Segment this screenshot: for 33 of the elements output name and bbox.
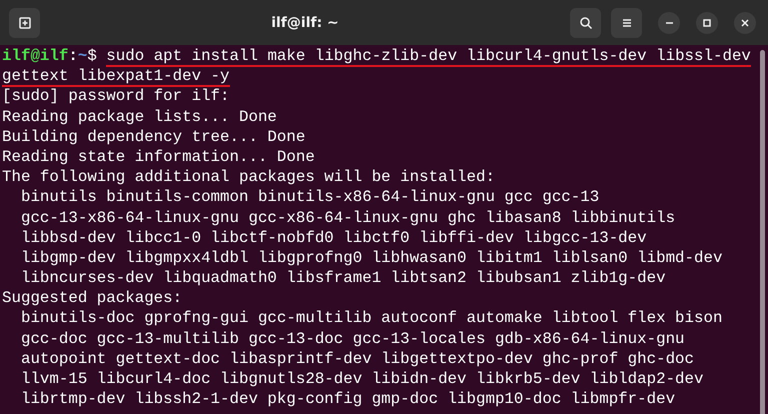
output-line: Suggested packages: bbox=[2, 288, 182, 307]
output-line: gcc-doc gcc-13-multilib gcc-13-doc gcc-13-locales gdb-x86-64-linux-gnu bbox=[20, 328, 685, 348]
prompt-separator: : bbox=[68, 46, 78, 66]
prompt-symbol: $ bbox=[87, 46, 97, 66]
scrollbar[interactable] bbox=[760, 50, 765, 414]
output-line: libgmp-dev libgmpxx4ldbl libgprofng0 libhwasan0 libitm1 liblsan0 libmd-dev bbox=[20, 248, 722, 266]
new-tab-button[interactable] bbox=[9, 8, 40, 38]
output-line: autopoint gettext-doc libasprintf-dev libgettextpo-dev ghc-prof ghc-doc bbox=[20, 348, 694, 368]
output-line: Building dependency tree... Done bbox=[2, 126, 306, 146]
underlined-command: gettext libexpat1-dev -y bbox=[2, 66, 230, 87]
output-line: The following additional packages will be installed: bbox=[2, 167, 495, 186]
output-line: Reading state information... Done bbox=[2, 146, 315, 166]
prompt-user: ilf@ilf bbox=[2, 46, 68, 66]
output-line: binutils binutils-common binutils-x86-64-linux-gnu gcc gcc-13 bbox=[20, 187, 600, 206]
search-button[interactable] bbox=[570, 8, 601, 38]
output-line: librtmp-dev libssh2-1-dev pkg-config gmp-doc libgmp10-doc libmpfr-dev bbox=[20, 389, 676, 408]
output-line: Reading package lists... Done bbox=[2, 106, 277, 126]
output-line: gcc-13-x86-64-linux-gnu gcc-x86-64-linux-gnu ghc libasan8 libbinutils bbox=[20, 208, 676, 226]
menu-button[interactable] bbox=[611, 8, 642, 38]
minimize-button[interactable] bbox=[658, 12, 680, 34]
output-line: [sudo] password for ilf: bbox=[2, 86, 230, 105]
minimize-icon bbox=[666, 22, 672, 24]
window-title: ilf@ilf: ~ bbox=[270, 14, 340, 30]
new-tab-icon bbox=[18, 16, 32, 30]
maximize-button[interactable] bbox=[696, 12, 718, 34]
search-icon bbox=[578, 16, 592, 30]
output-line: libncurses-dev libquadmath0 libsframe1 libtsan2 libubsan1 zlib1g-dev bbox=[20, 268, 666, 287]
underlined-command: sudo apt install make libghc-zlib-dev libcurl4-gnutls-dev libssl-dev bbox=[106, 46, 751, 66]
output-line: libbsd-dev libcc1-0 libctf-nobfd0 libctf0 libffi-dev libgcc-13-dev bbox=[20, 228, 647, 246]
output-line: binutils-doc gprofng-gui gcc-multilib autoconf automake libtool flex bison bbox=[20, 308, 722, 327]
prompt-path: ~ bbox=[78, 46, 88, 66]
output-line: llvm-15 libcurl4-doc libgnutls28-dev libidn-dev libkrb5-dev libldap2-dev bbox=[20, 369, 704, 388]
close-button[interactable] bbox=[734, 12, 756, 34]
